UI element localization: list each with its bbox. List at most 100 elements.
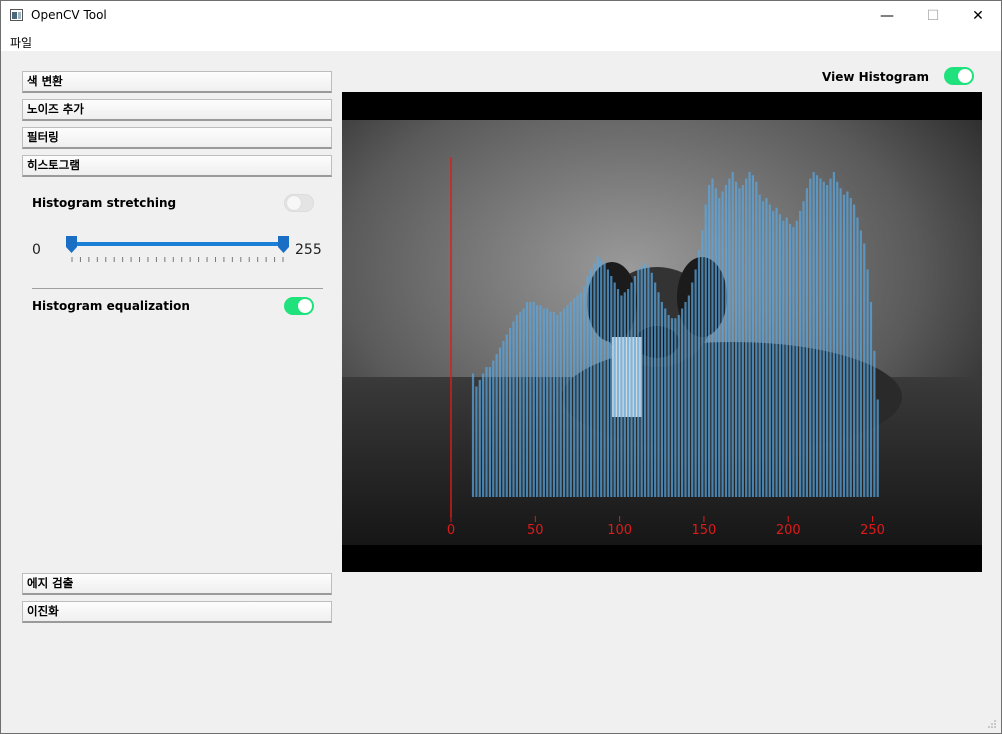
- histogram-bar: [859, 230, 862, 497]
- section-add-noise[interactable]: 노이즈 추가: [22, 99, 332, 121]
- histogram-bar: [498, 347, 502, 497]
- histogram-bar: [785, 217, 788, 497]
- histogram-bar: [589, 269, 593, 497]
- histogram-bar: [677, 315, 680, 497]
- minimize-button[interactable]: —: [864, 1, 910, 31]
- histogram-bar: [603, 263, 606, 497]
- histogram-bar: [650, 272, 653, 497]
- maximize-button[interactable]: ☐: [910, 1, 956, 31]
- histogram-bar: [637, 269, 640, 497]
- app-icon: [10, 9, 23, 21]
- histogram-bar: [670, 318, 674, 497]
- histogram-bar: [546, 308, 549, 497]
- histogram-bar: [569, 302, 572, 497]
- view-histogram-label: View Histogram: [822, 70, 929, 84]
- histogram-bar: [593, 263, 596, 497]
- histogram-bar: [478, 380, 481, 497]
- histogram-bar: [674, 318, 677, 497]
- histogram-bar: [667, 315, 670, 497]
- histogram-bar: [724, 185, 728, 497]
- toggle-knob: [298, 299, 312, 313]
- image-viewer: 0 50 100 150 200 250: [342, 92, 982, 572]
- range-slider-min-handle[interactable]: [66, 236, 77, 253]
- histogram-bar: [849, 198, 852, 497]
- histogram-bar: [471, 373, 475, 497]
- stretching-toggle[interactable]: [284, 194, 314, 212]
- histogram-bar: [812, 172, 815, 497]
- equalization-label: Histogram equalization: [32, 299, 190, 313]
- histogram-bar: [643, 263, 647, 497]
- histogram-bar: [842, 194, 846, 497]
- histogram-bar: [525, 302, 529, 497]
- histogram-bar: [734, 181, 738, 497]
- histogram-bar: [505, 334, 508, 497]
- histogram-bar: [839, 188, 842, 497]
- histogram-bar: [829, 178, 832, 497]
- divider: [32, 288, 323, 289]
- histogram-bar: [573, 298, 576, 497]
- histogram-bar: [482, 373, 485, 497]
- histogram-bar: [792, 227, 795, 497]
- equalization-toggle[interactable]: [284, 297, 314, 315]
- histogram-bar: [748, 172, 751, 497]
- histogram-bar: [869, 302, 873, 497]
- histogram-bar: [788, 224, 792, 497]
- range-max-label: 255: [295, 242, 322, 258]
- section-histogram[interactable]: 히스토그램: [22, 155, 332, 177]
- histogram-bar: [502, 341, 505, 497]
- histogram-bar: [600, 259, 603, 497]
- view-histogram-toggle[interactable]: [944, 67, 974, 85]
- menu-file[interactable]: 파일: [10, 34, 32, 51]
- histogram-bar: [876, 399, 879, 497]
- histogram-bar: [627, 289, 630, 497]
- section-filtering[interactable]: 필터링: [22, 127, 332, 149]
- histogram-bar: [562, 308, 566, 497]
- histogram-bar: [586, 276, 589, 497]
- histogram-bar: [613, 282, 616, 497]
- histogram-bar: [556, 315, 559, 497]
- menu-bar: 파일: [1, 31, 1001, 51]
- histogram-bar: [697, 250, 701, 497]
- histogram-bar: [711, 178, 714, 497]
- histogram-bar: [552, 311, 556, 497]
- histogram-bar: [519, 311, 522, 497]
- histogram-bar: [623, 292, 626, 497]
- section-color-convert[interactable]: 색 변환: [22, 71, 332, 93]
- histogram-bar: [832, 172, 835, 497]
- histogram-bar: [616, 289, 620, 497]
- histogram-bar: [566, 305, 569, 497]
- histogram-bar: [657, 292, 660, 497]
- histogram-bar: [559, 311, 562, 497]
- histogram-bar: [596, 256, 599, 497]
- histogram-bar: [576, 295, 579, 497]
- toggle-knob: [287, 196, 301, 210]
- histogram-bar: [549, 311, 552, 497]
- histogram-bar: [633, 276, 637, 497]
- histogram-bar: [799, 211, 802, 497]
- histogram-bar: [802, 201, 805, 497]
- resize-grip-icon[interactable]: [987, 719, 997, 729]
- histogram-bar: [704, 204, 707, 497]
- histogram-bar: [741, 185, 744, 497]
- range-slider-max-handle[interactable]: [278, 236, 289, 253]
- x-tick-label: 50: [527, 523, 544, 538]
- histogram-bar: [836, 181, 839, 497]
- histogram-bar: [529, 302, 532, 497]
- section-edge-detection[interactable]: 에지 검출: [22, 573, 332, 595]
- histogram-bar: [539, 305, 542, 497]
- histogram-bar: [509, 328, 512, 497]
- range-slider-track[interactable]: [71, 242, 284, 246]
- histogram-bar: [488, 367, 491, 497]
- histogram-bar: [610, 276, 613, 497]
- histogram-bar: [718, 198, 721, 497]
- histogram-bar: [775, 207, 778, 497]
- histogram-bar: [856, 217, 859, 497]
- x-tick-label: 0: [447, 523, 455, 538]
- histogram-bar: [866, 269, 869, 497]
- close-button[interactable]: ✕: [955, 1, 1001, 31]
- histogram-bar: [583, 285, 586, 497]
- histogram-bar: [768, 204, 771, 497]
- histogram-bar: [738, 188, 741, 497]
- section-binarization[interactable]: 이진화: [22, 601, 332, 623]
- histogram-bar: [681, 308, 684, 497]
